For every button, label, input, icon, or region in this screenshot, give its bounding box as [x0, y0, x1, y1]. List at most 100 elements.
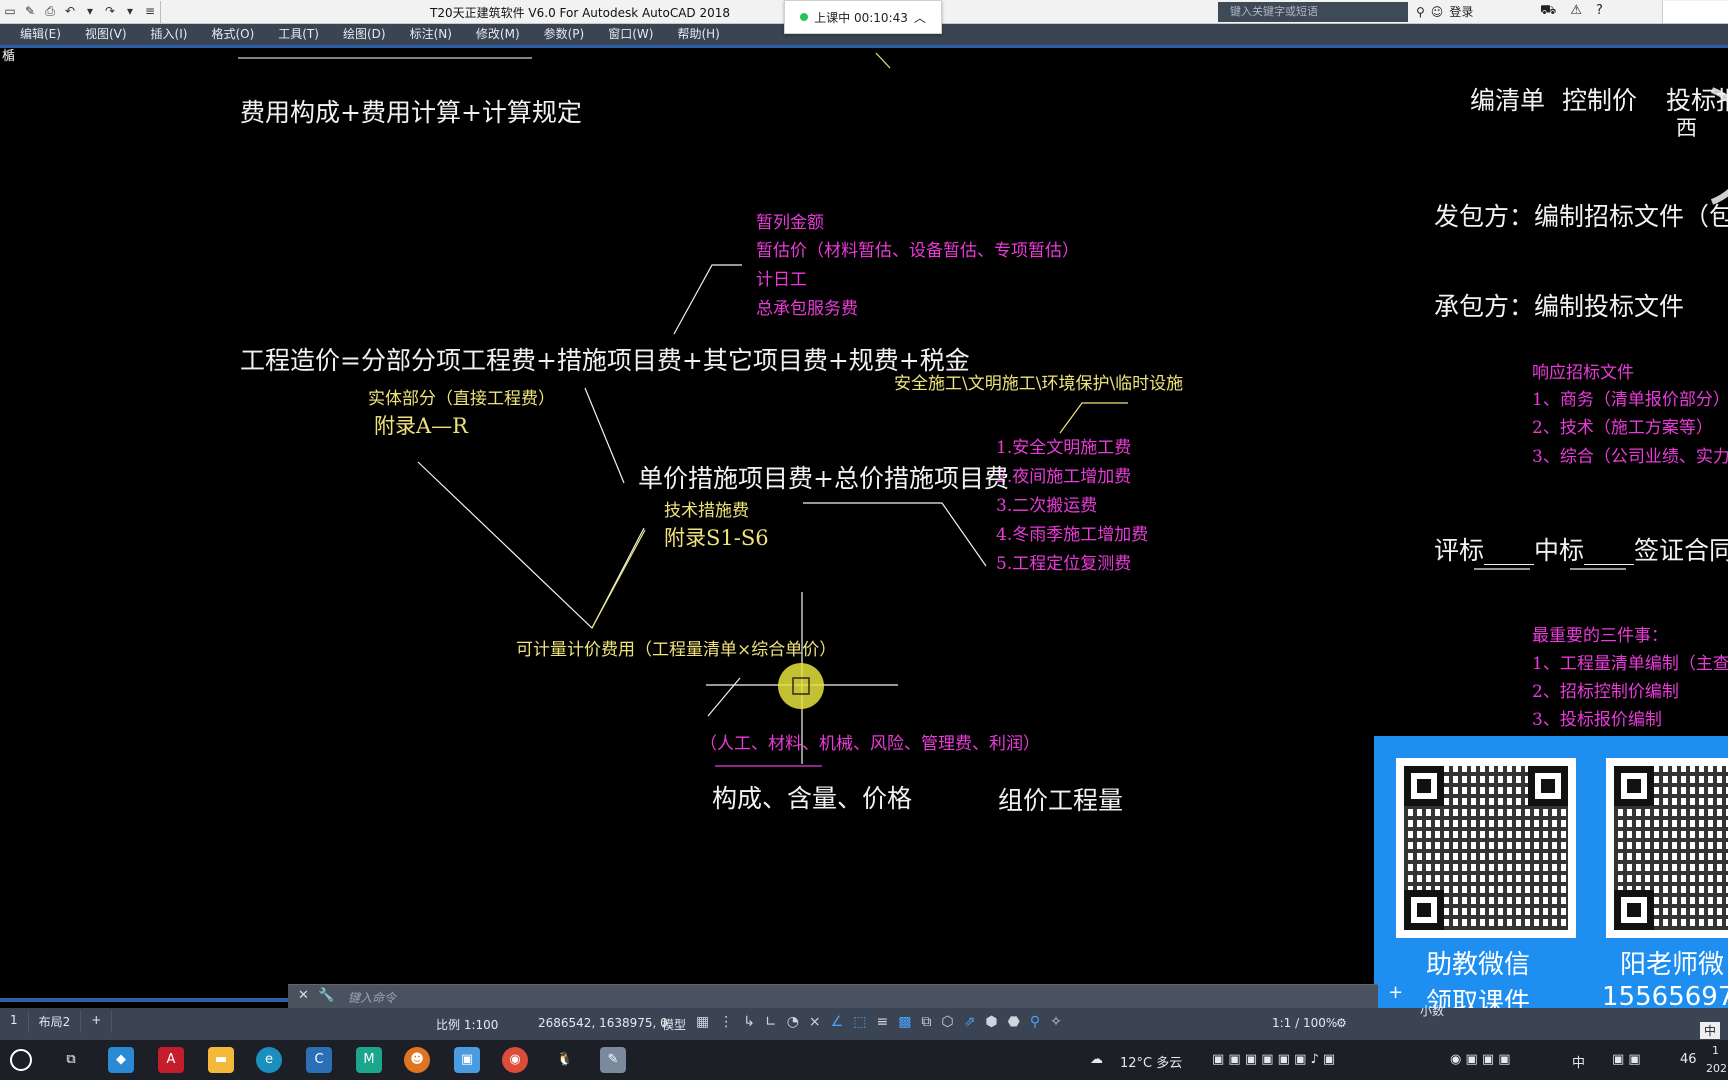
ortho-icon[interactable]: ∟: [765, 1014, 777, 1030]
menu-window[interactable]: 窗口(W): [608, 24, 653, 45]
print-icon[interactable]: ⎙: [42, 3, 58, 19]
taskbar-ime[interactable]: 中: [1572, 1052, 1585, 1071]
scale-selector[interactable]: 比例 1:100: [436, 1016, 498, 1033]
annotation-scale-icon[interactable]: ✧: [1050, 1014, 1062, 1030]
three-things-2: 2、招标控制价编制: [1532, 682, 1679, 702]
workspace-icon[interactable]: ⬣: [1008, 1014, 1020, 1030]
search-input[interactable]: 键入关键字或短语: [1218, 2, 1408, 22]
snap-icon[interactable]: ⋮: [719, 1014, 733, 1030]
tray-icons-2[interactable]: ◉ ▣ ▣ ▣: [1450, 1052, 1511, 1067]
tab-layout2[interactable]: 布局2: [29, 1010, 82, 1033]
folder-icon[interactable]: ▬: [208, 1047, 234, 1073]
layout-tabs: 1 布局2 +: [0, 1010, 113, 1033]
quick-access-toolbar: ▭ ✎ ⎙ ↶ ▾ ↷ ▾ ≡: [2, 3, 158, 19]
transparency-icon[interactable]: ▩: [898, 1014, 911, 1030]
total-measure-2: 2.夜间施工增加费: [996, 467, 1132, 487]
chevron-down-icon[interactable]: ▾: [122, 3, 138, 19]
undo-icon[interactable]: ↶: [62, 3, 78, 19]
composition-text: 构成、含量、价格: [712, 784, 913, 813]
total-measure-4: 4.冬雨季施工增加费: [996, 525, 1149, 545]
other-item-1: 暂列金额: [756, 213, 824, 233]
close-icon[interactable]: ✕: [298, 988, 309, 1003]
osnap-icon[interactable]: ⨯: [809, 1014, 821, 1030]
weather-text[interactable]: 12°C 多云: [1120, 1052, 1182, 1071]
app-image-icon[interactable]: ▣: [454, 1047, 480, 1073]
tech-measures-text: 技术措施费: [664, 501, 749, 521]
zoom-selector[interactable]: 1:1 / 100%: [1272, 1016, 1337, 1030]
right-header-2: 控制价: [1562, 86, 1638, 115]
new-file-icon[interactable]: ▭: [2, 3, 18, 19]
menu-dimension[interactable]: 标注(N): [410, 24, 452, 45]
tray-number[interactable]: 46: [1680, 1052, 1697, 1067]
menu-parameters[interactable]: 参数(P): [544, 24, 585, 45]
cad-tool-icon[interactable]: C: [306, 1047, 332, 1073]
command-input[interactable]: 键入命令: [348, 989, 396, 1006]
tray-icons-3[interactable]: ▣ ▣: [1612, 1052, 1641, 1067]
task-view-icon[interactable]: ⧉: [58, 1047, 84, 1073]
edit-icon[interactable]: ✎: [22, 3, 38, 19]
polar-icon[interactable]: ◔: [787, 1014, 799, 1030]
cart-icon[interactable]: ⛟: [1540, 3, 1556, 20]
isodraft-icon[interactable]: ⬢: [985, 1014, 997, 1030]
menu-modify[interactable]: 修改(M): [476, 24, 520, 45]
infer-icon[interactable]: ↳: [743, 1014, 755, 1030]
window-controls[interactable]: [1662, 1, 1728, 23]
total-measure-1: 1.安全文明施工费: [996, 438, 1132, 458]
settings-gear-icon[interactable]: ⚙: [1336, 1016, 1347, 1030]
autocad-icon[interactable]: A: [158, 1047, 184, 1073]
assistant-qr-code: [1396, 758, 1576, 938]
quantifiable-leader-left: [417, 461, 645, 629]
app-blue-icon[interactable]: ◆: [108, 1047, 134, 1073]
app-m-icon[interactable]: M: [356, 1047, 382, 1073]
chrome-icon[interactable]: ◉: [502, 1047, 528, 1073]
search-circle-icon[interactable]: [10, 1049, 32, 1071]
menu-draw[interactable]: 绘图(D): [343, 24, 386, 45]
app-draw-icon[interactable]: ✎: [600, 1047, 626, 1073]
help-icon[interactable]: ?: [1596, 3, 1603, 20]
divider: [160, 1, 161, 23]
selection-cycling-icon[interactable]: ⧉: [921, 1014, 931, 1030]
clock-time[interactable]: 1: [1712, 1044, 1719, 1057]
chevron-up-icon[interactable]: ︿: [914, 9, 926, 26]
annotation-icon[interactable]: ⚲: [1030, 1014, 1040, 1030]
class-timer-badge[interactable]: 上课中 00:10:43 ︿: [784, 0, 942, 34]
ime-indicator[interactable]: 中: [1700, 1022, 1721, 1039]
a360-icon[interactable]: ⚠: [1570, 3, 1582, 20]
units-selector[interactable]: 小数: [1420, 1002, 1444, 1019]
total-measure-3: 3.二次搬运费: [996, 496, 1098, 516]
safety-leader: [1059, 402, 1128, 434]
menu-help[interactable]: 帮助(H): [677, 24, 719, 45]
qr-code-overlay: 助教微信 领取课件 + 阳老师微 15565697: [1374, 736, 1728, 1026]
tab-layout1[interactable]: 1: [0, 1010, 29, 1033]
weather-cloud-icon[interactable]: ☁: [1090, 1052, 1103, 1067]
customize-icon[interactable]: ≡: [142, 3, 158, 19]
clock-date[interactable]: 202: [1706, 1062, 1727, 1075]
login-button[interactable]: ⚲ ☺ 登录: [1416, 3, 1473, 20]
redo-icon[interactable]: ↷: [102, 3, 118, 19]
menu-view[interactable]: 视图(V): [85, 24, 127, 45]
viewcube-west-label[interactable]: 西: [1676, 118, 1697, 139]
header-text: 费用构成+费用计算+计算规定: [240, 98, 582, 127]
total-measure-5: 5.工程定位复测费: [996, 554, 1132, 574]
lineweight-icon[interactable]: ≡: [876, 1014, 888, 1030]
wrench-icon[interactable]: 🔧: [318, 988, 334, 1003]
menu-insert[interactable]: 插入(I): [151, 24, 188, 45]
dyn-input-icon[interactable]: ⇗: [964, 1014, 976, 1030]
add-layout-button[interactable]: +: [81, 1010, 113, 1033]
dynamic-ucs-icon[interactable]: ⬚: [853, 1014, 866, 1030]
3d-osnap-icon[interactable]: ⬡: [941, 1014, 953, 1030]
otrack-icon[interactable]: ∠: [831, 1014, 844, 1030]
unit-price-parts-text: （人工、材料、机械、风险、管理费、利润）: [700, 734, 1040, 754]
app-mask-icon[interactable]: ☻: [404, 1047, 430, 1073]
menu-edit[interactable]: 编辑(E): [20, 24, 61, 45]
grid-icon[interactable]: ▦: [696, 1014, 709, 1030]
tray-icons[interactable]: ▣ ▣ ▣ ▣ ▣ ▣ ♪ ▣: [1212, 1052, 1335, 1067]
model-space-button[interactable]: 模型: [662, 1016, 686, 1033]
cmdline-divider: [0, 998, 288, 1002]
menu-tools[interactable]: 工具(T): [278, 24, 319, 45]
qq-icon[interactable]: 🐧: [552, 1047, 578, 1073]
command-line[interactable]: ✕ 🔧 键入命令: [288, 984, 1378, 1008]
chevron-down-icon[interactable]: ▾: [82, 3, 98, 19]
edge-icon[interactable]: e: [256, 1047, 282, 1073]
menu-format[interactable]: 格式(O): [211, 24, 254, 45]
